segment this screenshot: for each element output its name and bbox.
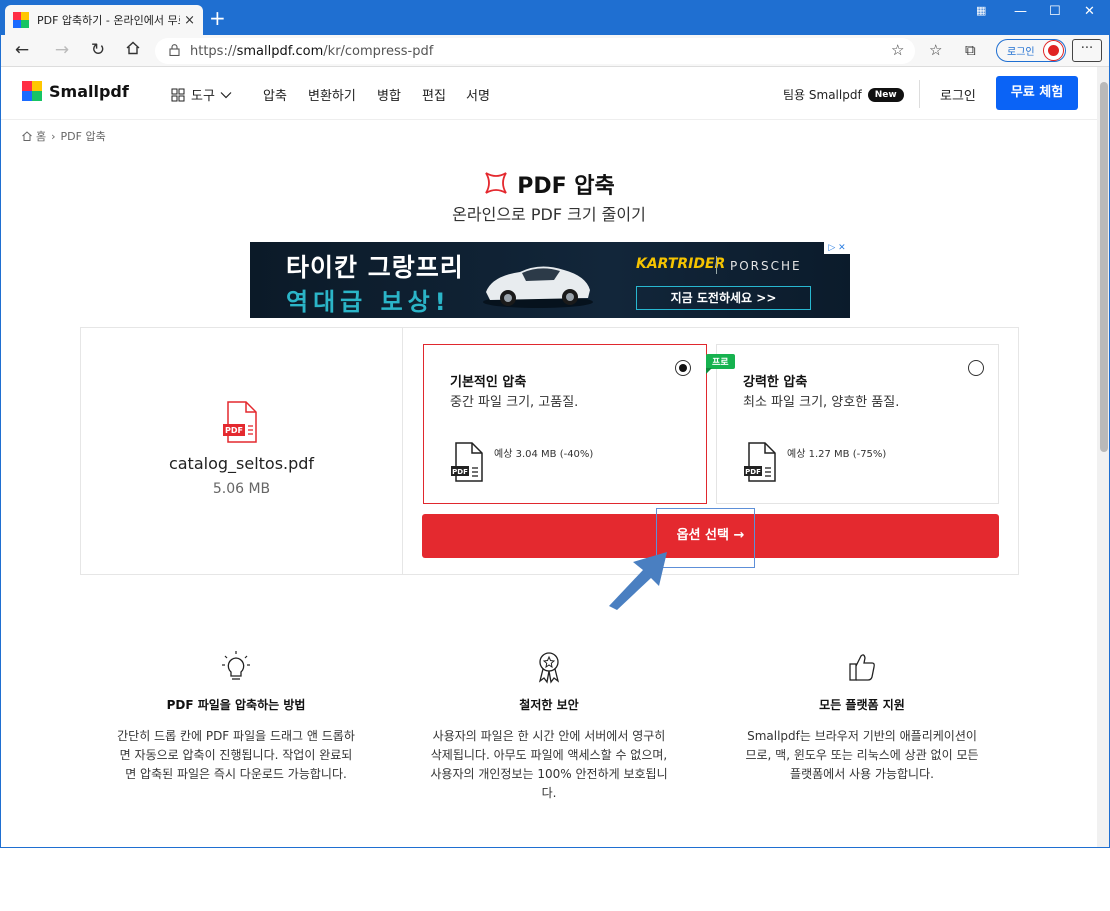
pro-badge: 프로: [706, 354, 735, 374]
chevron-down-icon: [220, 91, 232, 98]
ad-brand-separator: [716, 256, 717, 274]
login-link[interactable]: 로그인: [940, 85, 976, 104]
profile-login-button[interactable]: 로그인: [996, 39, 1066, 62]
feature-how-to: PDF 파일을 압축하는 방법 간단히 드롭 칸에 PDF 파일을 드래그 앤 …: [116, 650, 356, 784]
ad-subheadline: 역대급 보상!: [286, 288, 451, 316]
ad-brand-kartrider: KARTRIDER: [636, 256, 726, 272]
add-favorite-icon[interactable]: ☆: [891, 41, 904, 59]
ad-cta-button[interactable]: 지금 도전하세요 >>: [636, 286, 811, 310]
lock-icon[interactable]: [169, 43, 180, 59]
tab-title: PDF 압축하기 - 온라인에서 무료: [37, 14, 181, 27]
smallpdf-favicon-icon: [13, 12, 29, 28]
ad-headline: 타이칸 그랑프리: [286, 253, 464, 282]
new-badge: New: [867, 87, 904, 102]
option-estimate: 예상 3.04 MB (-40%): [494, 449, 594, 460]
nav-merge[interactable]: 병합: [377, 85, 401, 104]
header-divider: [919, 80, 920, 108]
desktop-background: [0, 848, 1110, 911]
home-icon[interactable]: [21, 130, 33, 142]
more-menu-button[interactable]: ···: [1072, 39, 1102, 62]
radio-basic-selected[interactable]: [675, 360, 691, 376]
favorites-icon[interactable]: ☆: [929, 41, 942, 59]
breadcrumb-separator: ›: [51, 129, 56, 143]
collections-icon[interactable]: ⧉: [965, 41, 976, 59]
award-icon: [429, 650, 669, 684]
pdf-file-icon: PDF: [451, 442, 483, 482]
feature-all-platforms: 모든 플랫폼 지원 Smallpdf는 브라우저 기반의 애플리케이션이므로, …: [742, 650, 982, 784]
team-smallpdf-link[interactable]: 팀용 Smallpdf New: [783, 86, 904, 103]
option-strong-compression[interactable]: 강력한 압축 최소 파일 크기, 양호한 품질. PDF 예상 1.27 MB …: [716, 344, 999, 504]
page-subtitle: 온라인으로 PDF 크기 줄이기: [452, 205, 646, 224]
option-basic-compression[interactable]: 기본적인 압축 중간 파일 크기, 고품질. PDF 예상 3.04 MB (-…: [423, 344, 707, 504]
lightbulb-icon: [116, 650, 356, 684]
feature-text: 간단히 드롭 칸에 PDF 파일을 드래그 앤 드롭하면 자동으로 압축이 진행…: [117, 729, 355, 781]
forward-icon[interactable]: →: [51, 40, 73, 60]
feature-text: Smallpdf는 브라우저 기반의 애플리케이션이므로, 맥, 윈도우 또는 …: [745, 729, 979, 781]
svg-text:PDF: PDF: [225, 426, 243, 435]
feature-title: 철저한 보안: [519, 698, 579, 712]
ad-banner[interactable]: 타이칸 그랑프리 역대급 보상! KARTRIDER PORSCHE 지금 도전…: [250, 242, 850, 318]
profile-avatar-icon: [1044, 41, 1063, 60]
grid-icon: [171, 88, 185, 101]
new-tab-button[interactable]: +: [209, 8, 226, 28]
feature-text: 사용자의 파일은 한 시간 안에 서버에서 영구히 삭제됩니다. 아무도 파일에…: [430, 729, 668, 800]
maximize-icon[interactable]: ☐: [1049, 4, 1061, 19]
feature-title: PDF 파일을 압축하는 방법: [166, 698, 306, 712]
thumbs-up-icon: [742, 650, 982, 684]
url-text: https://smallpdf.com/kr/compress-pdf: [190, 43, 434, 59]
breadcrumb-home[interactable]: 홈: [36, 128, 46, 144]
option-title: 기본적인 압축: [450, 375, 527, 390]
ad-choices-icon[interactable]: ▷ ✕: [824, 242, 850, 254]
feature-title: 모든 플랫폼 지원: [819, 698, 905, 712]
nav-edit[interactable]: 편집: [422, 85, 446, 104]
file-size: 5.06 MB: [212, 481, 271, 497]
back-icon[interactable]: ←: [11, 40, 33, 60]
reload-icon[interactable]: ↻: [87, 40, 109, 60]
free-trial-button[interactable]: 무료 체험: [996, 76, 1078, 110]
pdf-file-icon: PDF: [223, 401, 257, 443]
pdf-file-icon: PDF: [744, 442, 776, 482]
car-image-icon: [483, 266, 593, 308]
radio-strong-unselected[interactable]: [968, 360, 984, 376]
address-row: ← → ↻ https://smallpdf.com/kr/compress-p…: [1, 35, 1109, 67]
title-bar: PDF 압축하기 - 온라인에서 무료 × + ▦ — ☐ ✕: [1, 0, 1109, 35]
breadcrumb: 홈 › PDF 압축: [21, 128, 106, 144]
home-icon[interactable]: [122, 40, 144, 61]
breadcrumb-current: PDF 압축: [60, 130, 106, 143]
smallpdf-logo[interactable]: Smallpdf: [22, 81, 129, 101]
svg-text:PDF: PDF: [745, 468, 761, 476]
nav-compress[interactable]: 압축: [263, 85, 287, 104]
close-window-icon[interactable]: ✕: [1084, 4, 1095, 19]
nav-tools-dropdown[interactable]: 도구: [171, 85, 232, 104]
compress-icon: [483, 170, 509, 202]
feature-security: 철저한 보안 사용자의 파일은 한 시간 안에 서버에서 영구히 삭제됩니다. …: [429, 650, 669, 803]
address-bar[interactable]: https://smallpdf.com/kr/compress-pdf: [155, 38, 915, 64]
scrollbar-thumb[interactable]: [1100, 82, 1108, 452]
browser-tab[interactable]: PDF 압축하기 - 온라인에서 무료 ×: [5, 5, 203, 35]
page-title: PDF 압축: [1, 168, 1097, 202]
ad-brand-porsche: PORSCHE: [730, 259, 802, 273]
nav-sign[interactable]: 서명: [466, 85, 490, 104]
option-title: 강력한 압축: [743, 375, 808, 390]
smallpdf-logo-icon: [22, 81, 42, 101]
annotation-arrow-icon: [609, 552, 667, 610]
panel-divider: [402, 328, 403, 574]
file-name: catalog_seltos.pdf: [168, 454, 315, 473]
option-estimate: 예상 1.27 MB (-75%): [787, 449, 887, 460]
svg-text:PDF: PDF: [452, 468, 468, 476]
site-header: Smallpdf 도구 압축 변환하기 병합 편집 서명 팀용 Smallpdf…: [1, 68, 1097, 120]
option-description: 중간 파일 크기, 고품질.: [450, 395, 579, 410]
nav-convert[interactable]: 변환하기: [308, 85, 356, 104]
minimize-icon[interactable]: —: [1014, 4, 1027, 19]
option-description: 최소 파일 크기, 양호한 품질.: [743, 395, 900, 410]
browser-window: PDF 압축하기 - 온라인에서 무료 × + ▦ — ☐ ✕ ← → ↻ ht…: [0, 0, 1110, 848]
workspaces-icon[interactable]: ▦: [976, 4, 986, 17]
tab-close-icon[interactable]: ×: [184, 13, 195, 28]
